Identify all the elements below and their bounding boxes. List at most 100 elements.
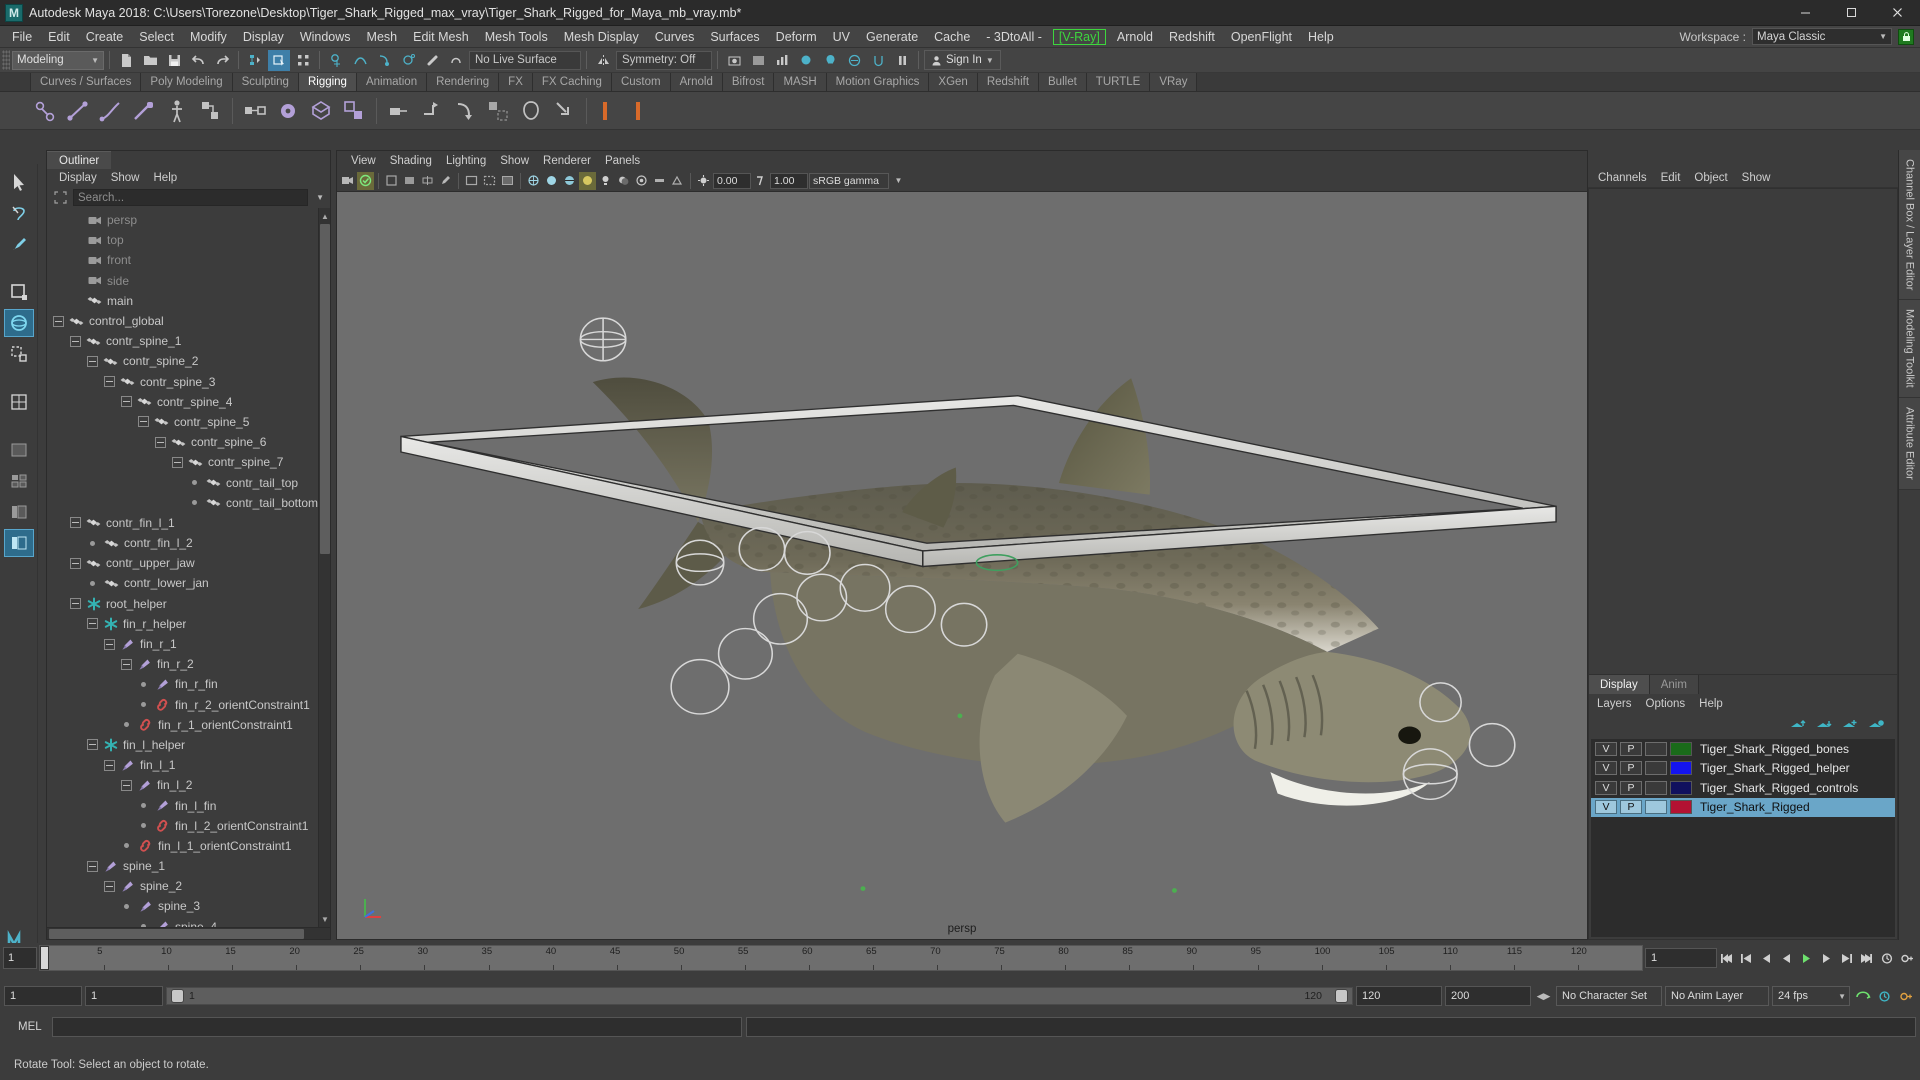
viewport-menu-panels[interactable]: Panels [605, 155, 640, 167]
workspace-dropdown[interactable]: Maya Classic ▼ [1752, 28, 1892, 45]
use-all-lights-icon[interactable] [597, 172, 614, 190]
layer-playback-toggle[interactable]: P [1620, 741, 1642, 756]
animation-end-time-field[interactable]: 200 [1445, 986, 1531, 1006]
menu-curves[interactable]: Curves [647, 28, 703, 46]
display-layer-row[interactable]: V P Tiger_Shark_Rigged [1591, 797, 1895, 817]
outliner-menu-display[interactable]: Display [59, 172, 97, 184]
layer-display-type-toggle[interactable] [1645, 780, 1667, 795]
snap-to-curve-button[interactable] [349, 50, 371, 71]
create-deformer-icon[interactable] [384, 95, 414, 127]
pause-viewport-button[interactable] [891, 50, 913, 71]
channelbox-menu-show[interactable]: Show [1742, 172, 1771, 184]
move-tool[interactable] [4, 278, 34, 306]
outliner-item[interactable]: fin_l_fin [47, 795, 318, 815]
shaded-wireframe-icon[interactable] [561, 172, 578, 190]
gamma-value-field[interactable]: 1.00 [770, 172, 808, 189]
select-camera-icon[interactable] [339, 172, 356, 190]
select-by-object-button[interactable] [268, 49, 290, 71]
undo-button[interactable] [187, 50, 209, 71]
menu-edit-mesh[interactable]: Edit Mesh [405, 28, 477, 46]
select-set-icon[interactable] [51, 189, 69, 206]
rotate-tool[interactable] [3, 309, 34, 337]
wrap-deformer-icon[interactable] [516, 95, 546, 127]
tree-expand-toggle[interactable] [121, 658, 132, 670]
outliner-item[interactable]: contr_lower_jan [47, 573, 318, 593]
shadows-icon[interactable] [615, 172, 632, 190]
range-end-field[interactable]: 120 [1356, 986, 1442, 1006]
live-surface-field[interactable]: No Live Surface [469, 50, 581, 70]
tree-expand-toggle[interactable] [70, 598, 81, 610]
outliner-item[interactable]: contr_tail_top [47, 472, 318, 492]
new-scene-button[interactable] [115, 50, 137, 71]
last-tool-used[interactable] [4, 388, 34, 416]
magnet-snap-button[interactable] [421, 50, 443, 71]
resolution-gate-icon[interactable] [481, 172, 498, 190]
menu-set-dropdown[interactable]: Modeling ▼ [12, 50, 104, 70]
shelf-tab-xgen[interactable]: XGen [929, 73, 978, 91]
menu-modify[interactable]: Modify [182, 28, 235, 46]
outliner-persp-layout[interactable] [4, 498, 34, 526]
time-slider-end-field[interactable]: 1 [1645, 948, 1717, 968]
command-language-label[interactable]: MEL [4, 1021, 48, 1033]
layer-visibility-toggle[interactable]: V [1595, 780, 1617, 795]
right-tab-channel-box-layer-editor[interactable]: Channel Box / Layer Editor [1899, 150, 1920, 301]
viewport-3d-canvas[interactable]: persp [337, 192, 1587, 939]
outliner-item[interactable]: side [47, 271, 318, 291]
move-layer-down-icon[interactable] [1815, 717, 1833, 733]
scroll-thumb[interactable] [49, 929, 304, 939]
outliner-horizontal-scrollbar[interactable] [47, 927, 330, 939]
step-forward-key-button[interactable] [1837, 947, 1856, 969]
layer-editor-tab-display[interactable]: Display [1589, 675, 1650, 694]
display-layer-row[interactable]: V P Tiger_Shark_Rigged_bones [1591, 739, 1895, 759]
layer-visibility-toggle[interactable]: V [1595, 761, 1617, 776]
shelf-tab-turtle[interactable]: TURTLE [1086, 73, 1151, 91]
toggle-uv-editor-button[interactable] [867, 50, 889, 71]
new-layer-from-selection-icon[interactable] [1867, 717, 1885, 733]
exposure-value-field[interactable]: 0.00 [713, 172, 751, 189]
scroll-up-arrow[interactable]: ▲ [320, 210, 330, 222]
outliner-item[interactable]: contr_spine_6 [47, 432, 318, 452]
parent-constraint-icon[interactable] [240, 95, 270, 127]
tree-expand-toggle[interactable] [87, 860, 98, 872]
wireframe-shading-icon[interactable] [525, 172, 542, 190]
viewport-menu-view[interactable]: View [351, 155, 376, 167]
display-layer-list[interactable]: V P Tiger_Shark_Rigged_bones V P Tiger_Shark_… [1591, 739, 1895, 937]
layer-playback-toggle[interactable]: P [1620, 800, 1642, 815]
bind-skin-icon[interactable] [195, 95, 225, 127]
layer-playback-toggle[interactable]: P [1620, 780, 1642, 795]
current-frame-field[interactable]: 1 [3, 947, 37, 969]
chevron-down-icon[interactable]: ▼ [890, 172, 907, 190]
outliner-item[interactable]: fin_r_fin [47, 674, 318, 694]
shelf-tab-sculpting[interactable]: Sculpting [232, 73, 299, 91]
menu-mesh-tools[interactable]: Mesh Tools [477, 28, 556, 46]
lock-icon[interactable] [1898, 28, 1914, 45]
orient-constraint-icon[interactable] [306, 95, 336, 127]
menu-uv[interactable]: UV [825, 28, 858, 46]
move-layer-up-icon[interactable] [1789, 717, 1807, 733]
menu-deform[interactable]: Deform [768, 28, 825, 46]
command-output-field[interactable] [746, 1017, 1916, 1037]
auto-key-button[interactable] [1897, 947, 1916, 969]
outliner-vertical-scrollbar[interactable]: ▲ ▼ [318, 208, 330, 927]
tree-expand-toggle[interactable] [172, 456, 183, 468]
tree-expand-toggle[interactable] [104, 880, 115, 892]
outliner-item[interactable]: contr_spine_7 [47, 452, 318, 472]
animation-preferences-icon[interactable] [1875, 985, 1894, 1007]
hypershade-button[interactable] [795, 50, 817, 71]
tree-expand-toggle[interactable] [87, 618, 98, 630]
anim-layer-dropdown[interactable]: No Anim Layer [1665, 986, 1769, 1006]
sign-in-button[interactable]: Sign In ▼ [924, 50, 1001, 70]
outliner-tree[interactable]: persp top front side main control_global contr… [47, 208, 318, 927]
single-perspective-layout[interactable] [4, 436, 34, 464]
scroll-down-arrow[interactable]: ▼ [320, 913, 330, 925]
tree-expand-toggle[interactable] [155, 436, 166, 448]
viewport-menu-lighting[interactable]: Lighting [446, 155, 486, 167]
layer-visibility-toggle[interactable]: V [1595, 741, 1617, 756]
outliner-item[interactable]: control_global [47, 311, 318, 331]
layer-color-swatch[interactable] [1670, 761, 1692, 776]
shelf-tab-vray[interactable]: VRay [1150, 73, 1198, 91]
display-layer-row[interactable]: V P Tiger_Shark_Rigged_helper [1591, 759, 1895, 779]
character-set-dropdown[interactable]: No Character Set [1556, 986, 1662, 1006]
step-back-key-button[interactable] [1737, 947, 1756, 969]
time-slider-track[interactable]: 5 10 15 20 25 30 35 40 45 50 55 60 65 70 75 80 85 90 95 100… [39, 945, 1643, 971]
